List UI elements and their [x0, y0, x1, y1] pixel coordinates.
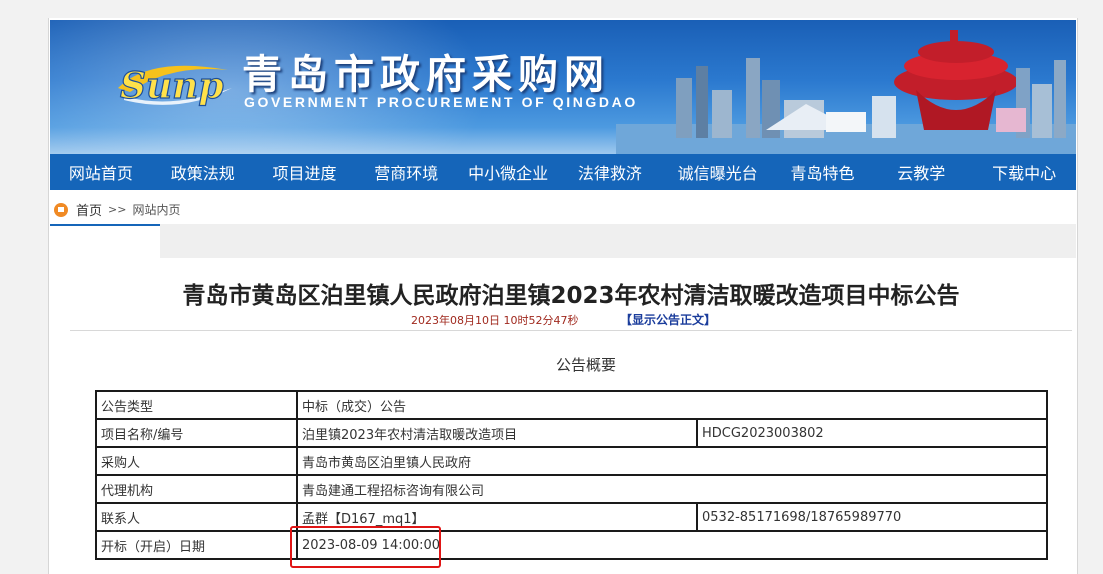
breadcrumb-home-link[interactable]: 首页 [76, 200, 102, 219]
row-label: 开标（开启）日期 [95, 530, 298, 560]
nav-progress[interactable]: 项目进度 [254, 160, 356, 184]
content-header-bar [160, 224, 1076, 258]
table-row: 采购人 青岛市黄岛区泊里镇人民政府 [95, 446, 1048, 476]
row-extra: 0532-85171698/18765989770 [696, 502, 1048, 532]
table-row: 代理机构 青岛建通工程招标咨询有限公司 [95, 474, 1048, 504]
announcement-summary-table: 公告类型 中标（成交）公告 项目名称/编号 泊里镇2023年农村清洁取暖改造项目… [95, 390, 1048, 560]
table-row: 公告类型 中标（成交）公告 [95, 390, 1048, 420]
nav-credit-exposure[interactable]: 诚信曝光台 [661, 160, 775, 184]
nav-business-env[interactable]: 营商环境 [355, 160, 457, 184]
nav-qingdao-feature[interactable]: 青岛特色 [775, 160, 871, 184]
main-nav: 网站首页 政策法规 项目进度 营商环境 中小微企业 法律救济 诚信曝光台 青岛特… [50, 154, 1076, 190]
logo-text: Sunp [120, 65, 224, 107]
row-value: 中标（成交）公告 [296, 390, 1048, 420]
nav-home[interactable]: 网站首页 [50, 160, 152, 184]
row-value: 青岛市黄岛区泊里镇人民政府 [296, 446, 1048, 476]
left-gutter [0, 18, 48, 574]
nav-cloud-teaching[interactable]: 云教学 [870, 160, 972, 184]
breadcrumb: 首页 >> 网站内页 [54, 200, 180, 219]
nav-sme[interactable]: 中小微企业 [457, 160, 559, 184]
breadcrumb-current: 网站内页 [132, 203, 181, 217]
breadcrumb-separator: >> [108, 203, 127, 216]
site-subtitle: GOVERNMENT PROCUREMENT OF QINGDAO [244, 94, 638, 110]
show-full-text-link[interactable]: 【显示公告正文】 [620, 311, 716, 328]
sunp-logo: Sunp [118, 64, 232, 108]
row-label: 项目名称/编号 [95, 418, 298, 448]
announcement-title: 青岛市黄岛区泊里镇人民政府泊里镇2023年农村清洁取暖改造项目中标公告 [182, 283, 960, 309]
publish-timestamp: 2023年08月10日 10时52分47秒 [411, 314, 579, 327]
city-skyline-illustration [616, 30, 1076, 154]
table-row: 项目名称/编号 泊里镇2023年农村清洁取暖改造项目 HDCG202300380… [95, 418, 1048, 448]
nav-downloads[interactable]: 下载中心 [972, 160, 1076, 184]
site-title: 青岛市政府采购网 [242, 52, 610, 98]
table-row: 开标（开启）日期 2023-08-09 14:00:00 [95, 530, 1048, 560]
row-extra: HDCG2023003802 [696, 418, 1048, 448]
row-label: 采购人 [95, 446, 298, 476]
breadcrumb-underline [50, 224, 160, 226]
row-label: 联系人 [95, 502, 298, 532]
title-divider [70, 330, 1072, 331]
header-banner: Sunp 青岛市政府采购网 GOVERNMENT PROCUREMENT OF … [50, 20, 1076, 154]
row-value: 青岛建通工程招标咨询有限公司 [296, 474, 1048, 504]
table-row: 联系人 孟群【D167_mq1】 0532-85171698/187659897… [95, 502, 1048, 532]
section-title: 公告概要 [555, 356, 616, 374]
nav-policy[interactable]: 政策法规 [152, 160, 254, 184]
home-icon [54, 202, 68, 217]
row-value: 泊里镇2023年农村清洁取暖改造项目 [296, 418, 698, 448]
nav-legal-remedy[interactable]: 法律救济 [559, 160, 661, 184]
row-label: 公告类型 [95, 390, 298, 420]
open-date-highlight-box [290, 526, 441, 568]
row-label: 代理机构 [95, 474, 298, 504]
